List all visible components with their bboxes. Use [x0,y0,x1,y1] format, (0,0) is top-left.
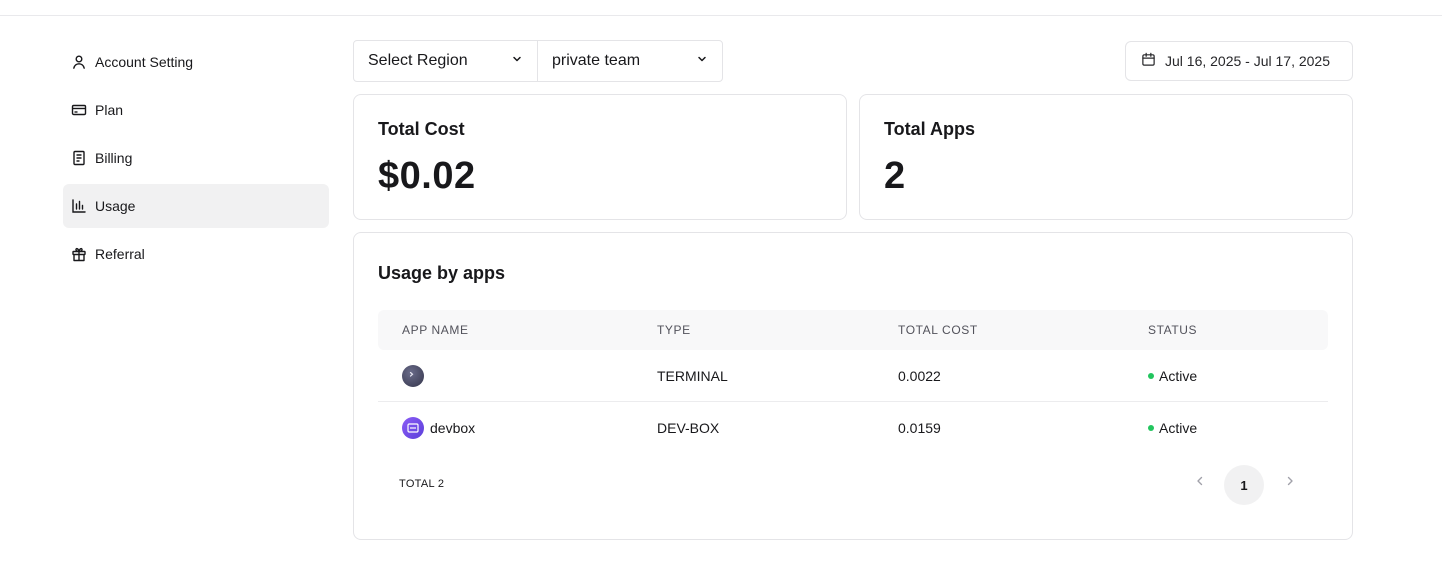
app-type: DEV-BOX [657,420,720,436]
receipt-icon [71,150,87,166]
top-bar [0,0,1442,16]
devbox-icon [402,417,424,439]
calendar-icon [1141,52,1165,70]
bar-chart-icon [71,198,87,214]
sidebar-item-referral[interactable]: Referral [63,232,329,276]
next-page-button[interactable] [1280,473,1300,493]
user-icon [71,54,87,70]
sidebar-item-plan[interactable]: Plan [63,88,329,132]
team-select[interactable]: private team [537,40,723,82]
column-status: STATUS [1148,323,1198,337]
column-total-cost: TOTAL COST [898,323,978,337]
status-cell: Active [1148,402,1197,454]
terminal-icon [402,365,424,387]
app-name-cell: devbox [402,402,475,454]
total-apps-card: Total Apps 2 [859,94,1353,220]
table-header: APP NAME TYPE TOTAL COST STATUS [378,310,1328,350]
status-dot-icon [1148,425,1154,431]
sidebar-item-label: Referral [95,246,145,262]
app-name-cell [402,350,430,402]
status-cell: Active [1148,350,1197,402]
settings-sidebar: Account Setting Plan Billing Usage Refer… [63,40,329,280]
total-apps-label: Total Apps [884,119,975,139]
chevron-left-icon [1193,474,1207,493]
sidebar-item-usage[interactable]: Usage [63,184,329,228]
chevron-right-icon [1283,474,1297,493]
app-cost: 0.0022 [898,368,941,384]
total-cost-card: Total Cost $0.02 [353,94,847,220]
gift-icon [71,246,87,262]
sidebar-item-label: Account Setting [95,54,194,70]
chevron-down-icon [696,52,708,70]
table-row[interactable]: devbox DEV-BOX 0.0159 Active [378,402,1328,454]
status-badge: Active [1159,368,1198,384]
date-range-label: Jul 16, 2025 - Jul 17, 2025 [1165,53,1331,69]
sidebar-item-billing[interactable]: Billing [63,136,329,180]
team-select-value: private team [552,52,641,69]
sidebar-item-label: Usage [95,198,136,214]
region-select[interactable]: Select Region [353,40,538,82]
sidebar-item-label: Plan [95,102,124,118]
column-app-name: APP NAME [402,323,469,337]
total-count: TOTAL 2 [399,478,445,490]
credit-card-icon [71,102,87,118]
date-range-picker[interactable]: Jul 16, 2025 - Jul 17, 2025 [1125,41,1353,81]
app-cost: 0.0159 [898,420,941,436]
total-apps-value: 2 [884,155,906,197]
total-cost-label: Total Cost [378,119,465,139]
total-cost-value: $0.02 [378,155,476,197]
status-badge: Active [1159,420,1198,436]
chevron-down-icon [511,52,523,70]
sidebar-item-label: Billing [95,150,133,166]
app-name: devbox [430,420,476,436]
sidebar-item-account-setting[interactable]: Account Setting [63,40,329,84]
region-select-value: Select Region [368,52,468,69]
status-dot-icon [1148,373,1154,379]
prev-page-button[interactable] [1190,473,1210,493]
table-row[interactable]: TERMINAL 0.0022 Active [378,350,1328,402]
column-type: TYPE [657,323,691,337]
usage-by-apps-card: Usage by apps APP NAME TYPE TOTAL COST S… [353,232,1353,540]
page-1-button[interactable]: 1 [1224,465,1264,505]
app-type: TERMINAL [657,368,728,384]
usage-title: Usage by apps [378,263,506,283]
